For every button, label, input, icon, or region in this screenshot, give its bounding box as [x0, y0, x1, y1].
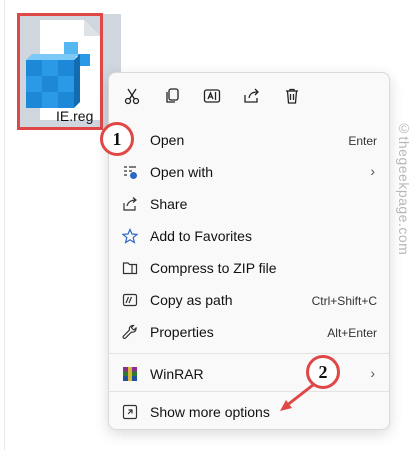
copy-path-icon — [121, 291, 139, 309]
menu-item-label: Properties — [150, 324, 214, 340]
context-menu: Open Enter Open with › Share Add to Favo… — [108, 72, 390, 430]
step-badge-2: 2 — [306, 355, 340, 389]
left-divider — [4, 0, 5, 450]
menu-item-label: Show more options — [150, 404, 270, 420]
menu-item-label: Compress to ZIP file — [150, 260, 277, 276]
share-icon[interactable] — [241, 85, 263, 107]
wrench-icon — [121, 323, 139, 341]
chevron-right-icon: › — [370, 163, 375, 179]
menu-item-properties[interactable]: Properties Alt+Enter — [109, 317, 389, 347]
menu-item-label: Share — [150, 196, 188, 212]
menu-item-label: Copy as path — [150, 292, 233, 308]
menu-item-label: Open — [150, 132, 185, 148]
menu-item-label: WinRAR — [150, 366, 204, 382]
menu-item-compress-zip[interactable]: Compress to ZIP file — [109, 253, 389, 283]
menu-item-add-to-favorites[interactable]: Add to Favorites — [109, 221, 389, 251]
step-badge-1: 1 — [100, 122, 134, 156]
menu-separator — [109, 353, 389, 354]
menu-item-open[interactable]: Open Enter — [109, 125, 389, 155]
menu-item-shortcut: Ctrl+Shift+C — [311, 294, 377, 308]
menu-item-shortcut: Enter — [348, 134, 377, 148]
open-with-icon — [121, 163, 139, 181]
menu-separator — [109, 391, 389, 392]
rename-icon[interactable] — [201, 85, 223, 107]
chevron-right-icon: › — [370, 365, 375, 381]
menu-item-show-more-options[interactable]: Show more options — [109, 397, 389, 427]
share-icon — [121, 195, 139, 213]
watermark-text: ©thegeekpage.com — [396, 120, 412, 256]
menu-item-open-with[interactable]: Open with › — [109, 157, 389, 187]
menu-item-share[interactable]: Share — [109, 189, 389, 219]
expand-icon — [121, 403, 139, 421]
zip-folder-icon — [121, 259, 139, 277]
menu-item-shortcut: Alt+Enter — [327, 326, 377, 340]
cut-icon[interactable] — [121, 85, 143, 107]
file-highlight-outline — [17, 13, 103, 130]
menu-item-winrar[interactable]: WinRAR › — [109, 359, 389, 389]
menu-item-copy-as-path[interactable]: Copy as path Ctrl+Shift+C — [109, 285, 389, 315]
delete-icon[interactable] — [281, 85, 303, 107]
winrar-icon — [121, 365, 139, 383]
menu-item-label: Add to Favorites — [150, 228, 252, 244]
context-menu-toolbar — [109, 73, 389, 119]
menu-item-label: Open with — [150, 164, 214, 180]
star-icon — [121, 227, 139, 245]
copy-icon[interactable] — [161, 85, 183, 107]
